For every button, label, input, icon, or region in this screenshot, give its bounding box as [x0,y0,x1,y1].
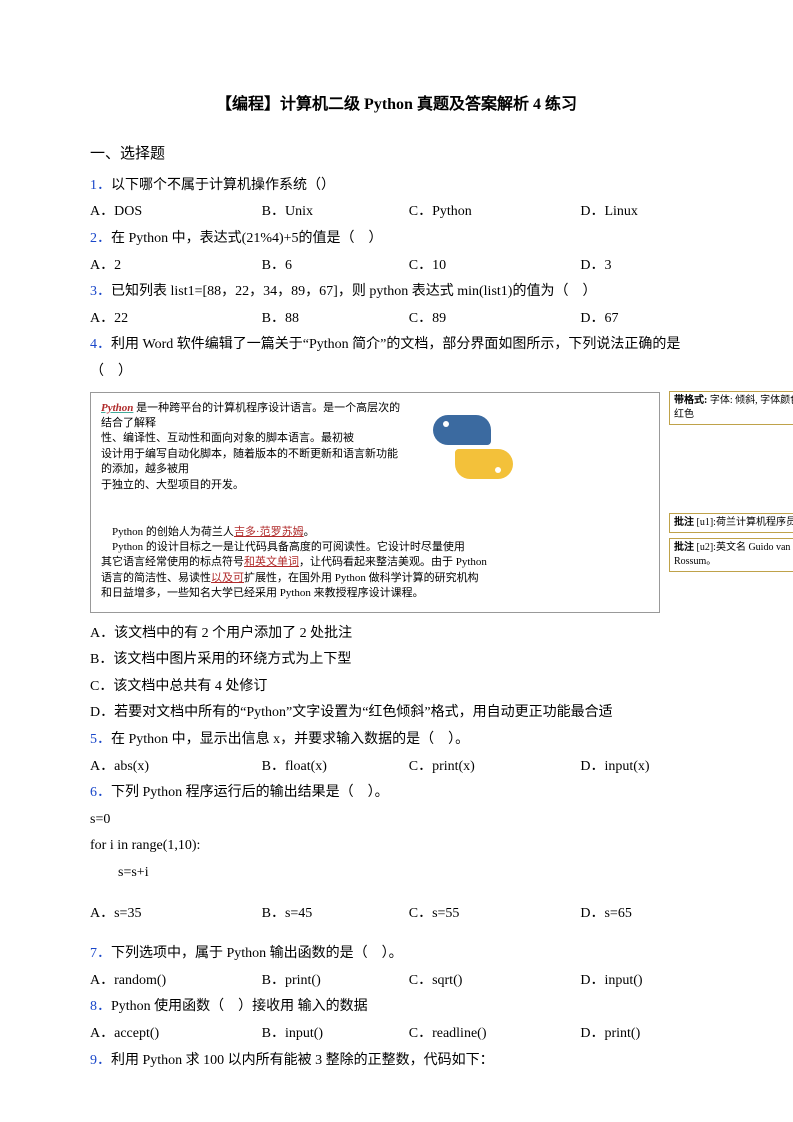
code-line: for i in range(1,10): [90,833,703,860]
format-callout: 带格式: 字体: 倾斜, 字体颜色: 红色 [669,391,793,425]
question-4-option-a: A．该文档中的有 2 个用户添加了 2 处批注 [90,621,703,648]
question-2-options: A．2 B．6 C．10 D．3 [90,253,703,280]
option-d: D．input() [580,968,703,995]
question-1-options: A．DOS B．Unix C．Python D．Linux [90,199,703,226]
option-a: A．random() [90,968,262,995]
option-b: B．6 [262,253,409,280]
python-logo-icon [429,409,519,499]
option-c: C．s=55 [409,901,581,928]
question-1: 1．以下哪个不属于计算机操作系统（） [90,173,703,200]
option-c: C．sqrt() [409,968,581,995]
figure-body: Python 的创始人为荷兰人吉多·范罗苏姆。 Python 的设计目标之一是让… [101,525,649,602]
option-d: D．Linux [580,199,703,226]
python-keyword: Python [101,402,133,414]
option-d: D．input(x) [580,754,703,781]
question-4-option-b: B．该文档中图片采用的环绕方式为上下型 [90,647,703,674]
option-a: A．abs(x) [90,754,262,781]
question-2: 2．在 Python 中，表达式(21%4)+5的值是（ ） [90,226,703,253]
page-title: 【编程】计算机二级 Python 真题及答案解析 4 练习 [90,90,703,120]
option-d: D．3 [580,253,703,280]
option-d: D．print() [580,1021,703,1048]
question-8: 8．Python 使用函数（ ）接收用 输入的数据 [90,994,703,1021]
word-screenshot-figure: 带格式: 字体: 倾斜, 字体颜色: 红色 批注 [u1]:荷兰计算机程序员。 … [90,392,660,613]
question-4-option-d: D．若要对文档中所有的“Python”文字设置为“红色倾斜”格式，用自动更正功能… [90,700,703,727]
fig-line: 设计用于编写自动化脚本，随着版本的不断更新和语言新功能的添加，越多被用 [101,447,401,478]
comment-callout-1: 批注 [u1]:荷兰计算机程序员。 [669,513,793,533]
question-5: 5．在 Python 中，显示出信息 x，并要求输入数据的是（ ）。 [90,727,703,754]
option-d: D．s=65 [580,901,703,928]
figure-text-left: Python 是一种跨平台的计算机程序设计语言。是一个高层次的结合了解释 [101,401,401,432]
question-text: 以下哪个不属于计算机操作系统（） [111,178,335,193]
question-4-option-c: C．该文档中总共有 4 处修订 [90,674,703,701]
code-line: s=s+i [90,860,703,887]
comment-callout-2: 批注 [u2]:英文名 Guido van Rossum。 [669,538,793,572]
question-6-options: A．s=35 B．s=45 C．s=55 D．s=65 [90,901,703,928]
fig-line: 其它语言经常使用的标点符号和英文单词，让代码看起来整洁美观。由于 Python [101,555,649,570]
red-underline-phrase: 以及可 [211,572,244,584]
question-number: 4． [90,337,111,352]
question-text: 利用 Word 软件编辑了一篇关于“Python 简介”的文档，部分界面如图所示… [90,337,680,379]
section-heading: 一、选择题 [90,140,703,169]
question-text: Python 使用函数（ ）接收用 输入的数据 [111,999,368,1014]
option-b: B．float(x) [262,754,409,781]
option-c: C．89 [409,306,581,333]
question-6: 6．下列 Python 程序运行后的输出结果是（ ）。 [90,780,703,807]
question-3-options: A．22 B．88 C．89 D．67 [90,306,703,333]
question-number: 7． [90,946,111,961]
option-b: B．88 [262,306,409,333]
option-a: A．accept() [90,1021,262,1048]
question-text: 下列选项中，属于 Python 输出函数的是（ ）。 [111,946,403,961]
question-7-options: A．random() B．print() C．sqrt() D．input() [90,968,703,995]
fig-line: 于独立的、大型项目的开发。 [101,478,401,493]
question-number: 1． [90,178,111,193]
fig-line: 语言的简洁性、易读性以及可扩展性，在国外用 Python 做科学计算的研究机构 [101,571,649,586]
option-d: D．67 [580,306,703,333]
fig-line: 和日益增多，一些知名大学已经采用 Python 来教授程序设计课程。 [101,586,649,601]
figure-top-block: Python 是一种跨平台的计算机程序设计语言。是一个高层次的结合了解释 性、编… [101,401,649,521]
question-4: 4．利用 Word 软件编辑了一篇关于“Python 简介”的文档，部分界面如图… [90,332,703,385]
question-number: 5． [90,732,111,747]
option-a: A．2 [90,253,262,280]
question-3: 3．已知列表 list1=[88，22，34，89，67]，则 python 表… [90,279,703,306]
callout-label: 批注 [674,517,694,528]
question-9: 9．利用 Python 求 100 以内所有能被 3 整除的正整数，代码如下： [90,1048,703,1075]
fig-line: 是一种跨平台的计算机程序设计语言。是一个高层次的结合了解释 [101,402,400,429]
code-line: s=0 [90,807,703,834]
question-text: 在 Python 中，表达式(21%4)+5的值是（ ） [111,231,383,246]
question-number: 8． [90,999,111,1014]
question-number: 3． [90,284,111,299]
question-number: 6． [90,785,111,800]
question-text: 利用 Python 求 100 以内所有能被 3 整除的正整数，代码如下： [111,1053,494,1068]
page: 【编程】计算机二级 Python 真题及答案解析 4 练习 一、选择题 1．以下… [0,0,793,1122]
option-a: A．DOS [90,199,262,226]
fig-line: 性、编译性、互动性和面向对象的脚本语言。最初被 [101,431,401,446]
option-b: B．Unix [262,199,409,226]
red-underline-phrase: 和英文单词 [244,556,299,568]
question-8-options: A．accept() B．input() C．readline() D．prin… [90,1021,703,1048]
option-b: B．print() [262,968,409,995]
callout-label: 批注 [674,542,694,553]
question-number: 2． [90,231,111,246]
question-text: 在 Python 中，显示出信息 x，并要求输入数据的是（ ）。 [111,732,469,747]
question-7: 7．下列选项中，属于 Python 输出函数的是（ ）。 [90,941,703,968]
option-a: A．s=35 [90,901,262,928]
callout-label: 带格式: [674,395,707,406]
option-c: C．print(x) [409,754,581,781]
question-text: 已知列表 list1=[88，22，34，89，67]，则 python 表达式… [111,284,596,299]
question-5-options: A．abs(x) B．float(x) C．print(x) D．input(x… [90,754,703,781]
question-text: 下列 Python 程序运行后的输出结果是（ ）。 [111,785,389,800]
option-c: C．10 [409,253,581,280]
option-b: B．input() [262,1021,409,1048]
option-b: B．s=45 [262,901,409,928]
red-underline-name: 吉多·范罗苏姆 [234,526,304,538]
option-c: C．readline() [409,1021,581,1048]
fig-line: Python 的设计目标之一是让代码具备高度的可阅读性。它设计时尽量使用 [101,540,649,555]
question-number: 9． [90,1053,111,1068]
option-c: C．Python [409,199,581,226]
callout-text: [u1]:荷兰计算机程序员。 [694,517,793,528]
fig-line: Python 的创始人为荷兰人吉多·范罗苏姆。 [101,525,649,540]
option-a: A．22 [90,306,262,333]
